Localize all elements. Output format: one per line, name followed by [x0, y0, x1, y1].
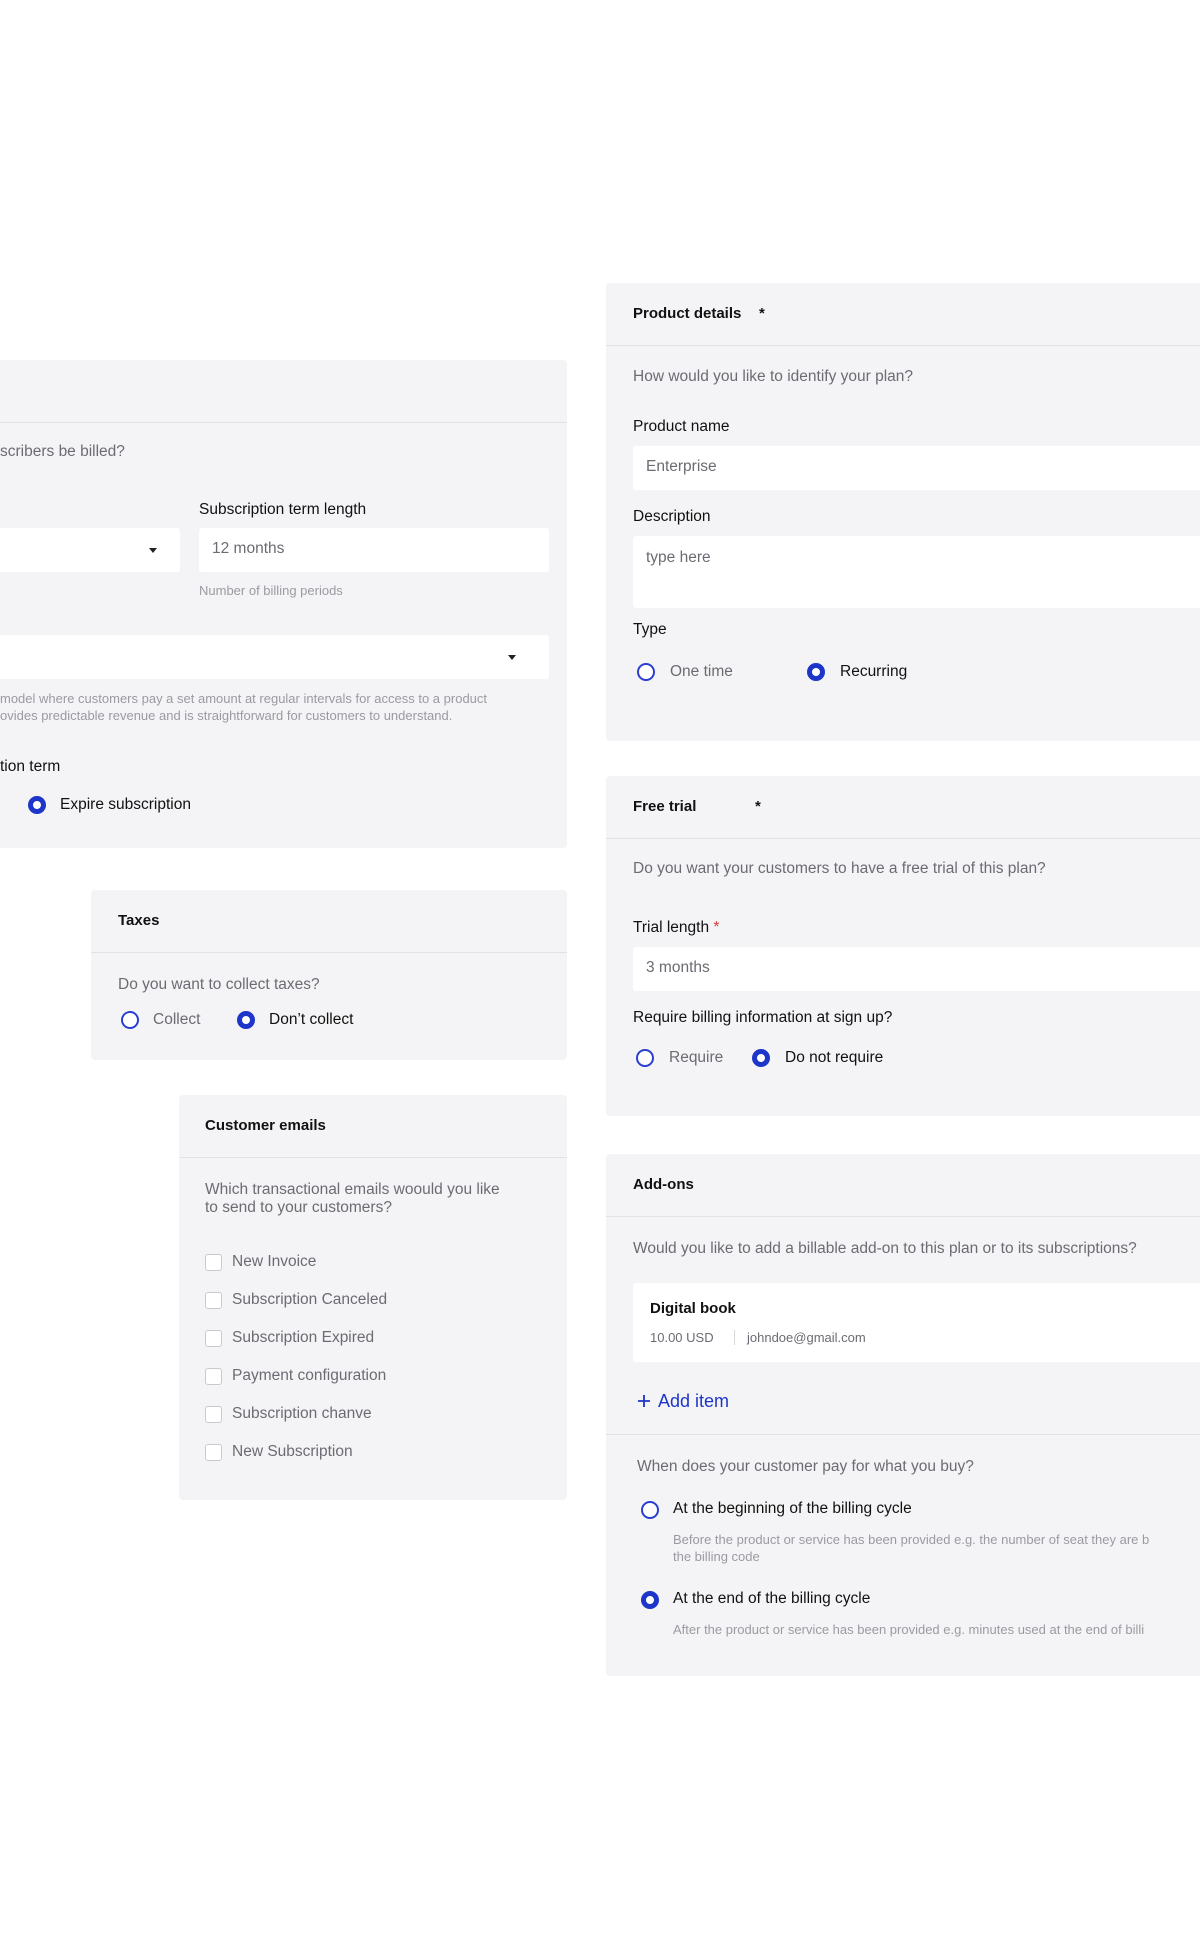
add-on-item-price: 10.00 USD	[650, 1330, 714, 1345]
product-question: How would you like to identify your plan…	[633, 368, 914, 385]
pay-end-radio[interactable]	[641, 1591, 659, 1609]
type-label: Type	[633, 621, 667, 638]
require-radio[interactable]	[636, 1049, 654, 1067]
customer-emails-title: Customer emails	[205, 1117, 326, 1134]
chevron-down-icon	[149, 548, 157, 553]
taxes-panel: Taxes Do you want to collect taxes? Coll…	[91, 890, 567, 1060]
collect-radio[interactable]	[121, 1011, 139, 1029]
type-one-time-radio[interactable]	[637, 663, 655, 681]
pay-beginning-hint-1: Before the product or service has been p…	[673, 1532, 1150, 1547]
pricing-model-hint-1: model where customers pay a set amount a…	[0, 691, 488, 706]
type-one-time-label[interactable]: One time	[670, 663, 733, 681]
type-recurring-radio[interactable]	[807, 663, 825, 681]
product-details-panel: Product details * How would you like to …	[606, 283, 1200, 741]
free-trial-panel: Free trial * Do you want your customers …	[606, 776, 1200, 1116]
email-checkbox-subscription-expired[interactable]	[205, 1330, 222, 1347]
trial-length-label-text: Trial length	[633, 919, 710, 936]
customer-emails-panel: Customer emails Which transactional emai…	[179, 1095, 567, 1500]
taxes-question: Do you want to collect taxes?	[118, 976, 320, 993]
product-name-label: Product name	[633, 418, 730, 435]
email-label-subscription-canceled[interactable]: Subscription Canceled	[232, 1291, 387, 1309]
product-details-header: Product details *	[606, 283, 1200, 346]
customer-emails-question-1: Which transactional emails woould you li…	[205, 1181, 500, 1198]
term-length-hint: Number of billing periods	[199, 583, 343, 598]
free-trial-required-mark: *	[755, 798, 761, 815]
trial-length-value: 3 months	[646, 959, 710, 976]
email-checkbox-subscription-change[interactable]	[205, 1406, 222, 1423]
term-length-label: Subscription term length	[199, 501, 367, 518]
pricing-model-select[interactable]	[0, 635, 549, 679]
type-recurring-label[interactable]: Recurring	[840, 663, 907, 681]
billing-period-select[interactable]	[0, 528, 180, 572]
add-item-button[interactable]: Add item	[633, 1388, 763, 1418]
add-ons-divider	[606, 1434, 1200, 1435]
email-checkbox-new-invoice[interactable]	[205, 1254, 222, 1271]
billing-panel-header	[0, 360, 567, 423]
billing-panel: scribers be billed? Subscription term le…	[0, 360, 567, 848]
pay-beginning-hint-2: the billing code	[673, 1549, 760, 1564]
chevron-down-icon	[508, 655, 516, 660]
end-of-term-label: tion term	[0, 758, 61, 775]
description-textarea[interactable]: type here	[633, 536, 1200, 608]
email-label-subscription-change[interactable]: Subscription chanve	[232, 1405, 372, 1423]
add-on-item-email: johndoe@gmail.com	[747, 1330, 866, 1345]
dont-collect-label[interactable]: Don’t collect	[269, 1011, 353, 1029]
customer-emails-question-2: to send to your customers?	[205, 1199, 392, 1216]
add-ons-panel: Add-ons Would you like to add a billable…	[606, 1154, 1200, 1676]
pay-end-hint: After the product or service has been pr…	[673, 1622, 1145, 1637]
product-name-input[interactable]: Enterprise	[633, 446, 1200, 490]
customer-emails-header: Customer emails	[179, 1095, 567, 1158]
email-label-new-subscription[interactable]: New Subscription	[232, 1443, 353, 1461]
description-placeholder: type here	[646, 549, 711, 566]
pricing-model-hint-2: ovides predictable revenue and is straig…	[0, 708, 453, 723]
pay-end-label[interactable]: At the end of the billing cycle	[673, 1590, 870, 1608]
free-trial-title: Free trial	[633, 798, 697, 815]
taxes-panel-header: Taxes	[91, 890, 567, 953]
add-on-item-card[interactable]: Digital book 10.00 USD johndoe@gmail.com	[633, 1283, 1200, 1362]
taxes-title: Taxes	[118, 912, 160, 929]
email-label-new-invoice[interactable]: New Invoice	[232, 1253, 316, 1271]
expire-subscription-label[interactable]: Expire subscription	[60, 796, 191, 814]
email-checkbox-new-subscription[interactable]	[205, 1444, 222, 1461]
term-length-input[interactable]: 12 months	[199, 528, 549, 572]
email-label-subscription-expired[interactable]: Subscription Expired	[232, 1329, 374, 1347]
email-checkbox-payment-configuration[interactable]	[205, 1368, 222, 1385]
collect-label[interactable]: Collect	[153, 1011, 200, 1029]
product-details-title: Product details	[633, 305, 742, 322]
add-ons-title: Add-ons	[633, 1176, 694, 1193]
free-trial-header: Free trial *	[606, 776, 1200, 839]
do-not-require-label[interactable]: Do not require	[785, 1049, 883, 1067]
trial-length-required-mark: *	[713, 919, 720, 936]
do-not-require-radio[interactable]	[752, 1049, 770, 1067]
add-on-item-separator	[734, 1330, 735, 1345]
add-ons-header: Add-ons	[606, 1154, 1200, 1217]
expire-subscription-radio[interactable]	[28, 796, 46, 814]
product-details-required-mark: *	[759, 305, 765, 322]
plus-icon	[638, 1395, 650, 1407]
pay-beginning-label[interactable]: At the beginning of the billing cycle	[673, 1500, 912, 1518]
pay-timing-question: When does your customer pay for what you…	[637, 1458, 974, 1475]
require-billing-label: Require billing information at sign up?	[633, 1009, 893, 1026]
billing-question: scribers be billed?	[0, 443, 125, 460]
add-ons-question: Would you like to add a billable add-on …	[633, 1240, 1137, 1257]
trial-length-input[interactable]: 3 months	[633, 947, 1200, 991]
dont-collect-radio[interactable]	[237, 1011, 255, 1029]
require-label[interactable]: Require	[669, 1049, 723, 1067]
free-trial-question: Do you want your customers to have a fre…	[633, 860, 1046, 877]
email-checkbox-subscription-canceled[interactable]	[205, 1292, 222, 1309]
add-on-item-name: Digital book	[650, 1300, 736, 1317]
trial-length-label: Trial length *	[633, 919, 719, 937]
email-label-payment-configuration[interactable]: Payment configuration	[232, 1367, 386, 1385]
pay-beginning-radio[interactable]	[641, 1501, 659, 1519]
add-item-label: Add item	[658, 1391, 730, 1411]
product-name-value: Enterprise	[646, 458, 717, 475]
term-length-value: 12 months	[212, 540, 285, 557]
description-label: Description	[633, 508, 711, 525]
